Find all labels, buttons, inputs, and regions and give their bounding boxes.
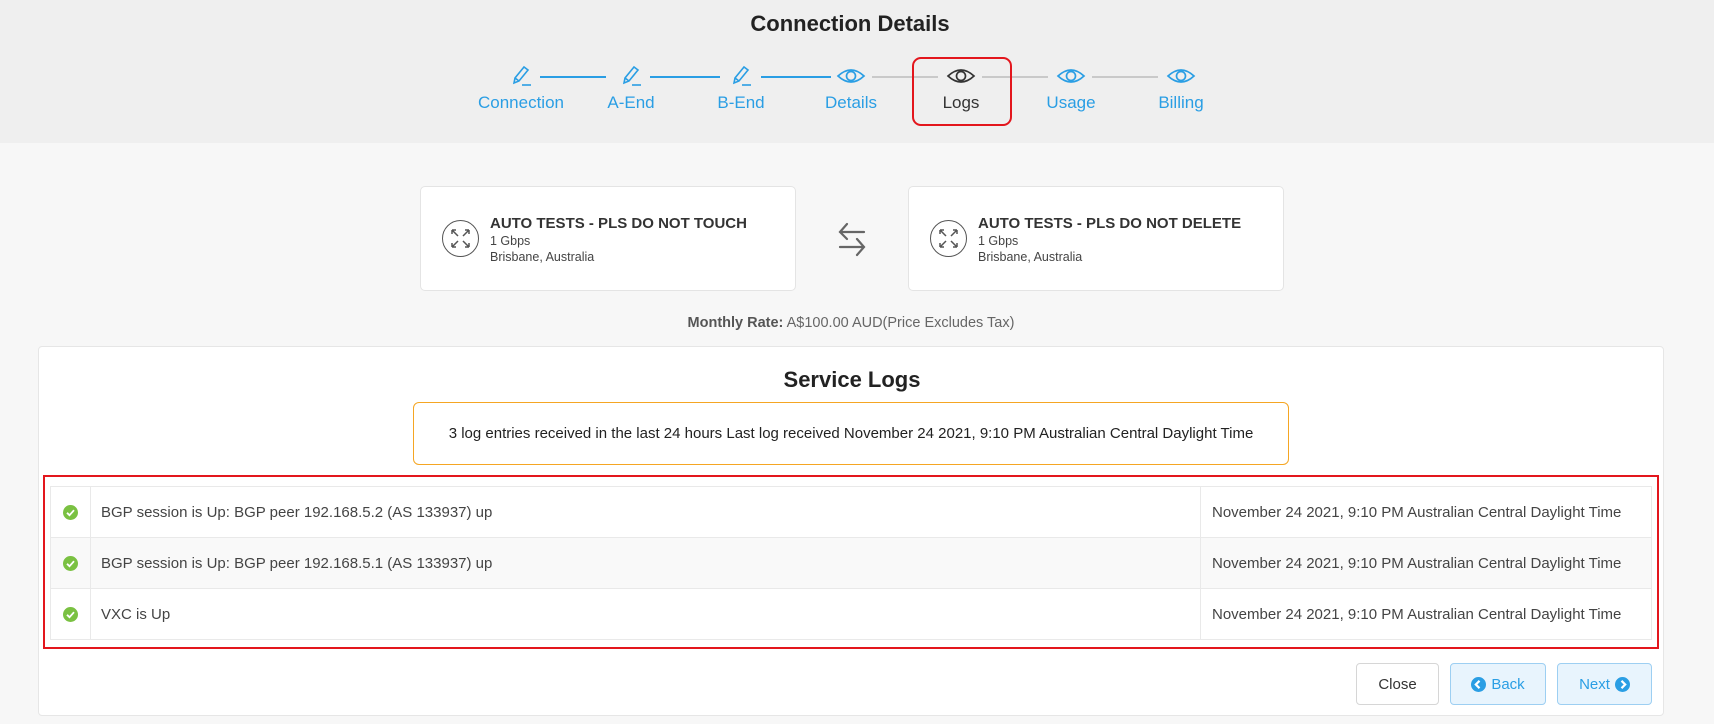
step-usage[interactable]: Usage	[1016, 58, 1126, 113]
b-end-speed: 1 Gbps	[978, 234, 1019, 248]
log-time: November 24 2021, 9:10 PM Australian Cen…	[1200, 486, 1652, 538]
close-button-label: Close	[1378, 675, 1417, 693]
next-button[interactable]: Next	[1557, 663, 1652, 705]
check-circle-icon	[63, 607, 78, 623]
step-label: B-End	[717, 93, 765, 112]
back-button[interactable]: Back	[1450, 663, 1546, 705]
status-cell	[50, 588, 91, 640]
back-button-label: Back	[1491, 675, 1525, 693]
logs-highlight: BGP session is Up: BGP peer 192.168.5.2 …	[43, 475, 1659, 649]
b-end-location: Brisbane, Australia	[978, 250, 1083, 264]
logs-table: BGP session is Up: BGP peer 192.168.5.2 …	[50, 486, 1652, 640]
arrow-right-circle-icon	[1614, 676, 1630, 692]
table-row: BGP session is Up: BGP peer 192.168.5.2 …	[50, 486, 1652, 538]
monthly-rate: Monthly Rate: A$100.00 AUD(Price Exclude…	[0, 315, 1702, 331]
b-end-name: AUTO TESTS - PLS DO NOT DELETE	[978, 215, 1242, 232]
step-details[interactable]: Details	[796, 58, 906, 113]
table-row: BGP session is Up: BGP peer 192.168.5.1 …	[50, 537, 1652, 589]
next-button-label: Next	[1579, 675, 1610, 693]
port-icon	[930, 220, 967, 257]
a-end-card: AUTO TESTS - PLS DO NOT TOUCH 1 Gbps Bri…	[420, 186, 796, 291]
stepper: Connection A-End B-End Details Logs Usag…	[0, 58, 1714, 128]
table-row: VXC is Up November 24 2021, 9:10 PM Aust…	[50, 588, 1652, 640]
step-label: Usage	[1046, 93, 1096, 112]
b-end-card: AUTO TESTS - PLS DO NOT DELETE 1 Gbps Br…	[908, 186, 1284, 291]
service-logs-title: Service Logs	[783, 367, 921, 392]
step-a-end[interactable]: A-End	[576, 58, 686, 113]
eye-icon	[1056, 62, 1086, 90]
log-time: November 24 2021, 9:10 PM Australian Cen…	[1200, 588, 1652, 640]
a-end-location: Brisbane, Australia	[490, 250, 595, 264]
log-message: BGP session is Up: BGP peer 192.168.5.2 …	[90, 486, 1201, 538]
pencil-icon	[506, 62, 536, 90]
monthly-rate-label: Monthly Rate:	[687, 315, 784, 331]
step-b-end[interactable]: B-End	[686, 58, 796, 113]
step-label: Connection	[477, 93, 564, 112]
a-end-name: AUTO TESTS - PLS DO NOT TOUCH	[490, 215, 747, 232]
service-logs-panel: Service Logs 3 log entries received in t…	[38, 346, 1664, 716]
step-billing[interactable]: Billing	[1126, 58, 1236, 113]
step-label: A-End	[607, 93, 655, 112]
status-cell	[50, 537, 91, 589]
eye-icon	[1166, 62, 1196, 90]
eye-icon	[836, 62, 866, 90]
header: Connection Details Connection A-End B-En…	[0, 0, 1714, 143]
monthly-rate-value: A$100.00 AUD(Price Excludes Tax)	[786, 315, 1015, 331]
check-circle-icon	[63, 556, 78, 572]
swap-arrows-icon	[836, 221, 868, 257]
page-title: Connection Details	[750, 11, 950, 36]
log-message: VXC is Up	[90, 588, 1201, 640]
close-button[interactable]: Close	[1356, 663, 1439, 705]
arrow-left-circle-icon	[1471, 676, 1487, 692]
status-cell	[50, 486, 91, 538]
port-icon	[442, 220, 479, 257]
log-summary: 3 log entries received in the last 24 ho…	[413, 402, 1289, 465]
a-end-speed: 1 Gbps	[490, 234, 531, 248]
check-circle-icon	[63, 505, 78, 521]
pencil-icon	[616, 62, 646, 90]
step-connection[interactable]: Connection	[466, 58, 576, 113]
log-message: BGP session is Up: BGP peer 192.168.5.1 …	[90, 537, 1201, 589]
active-step-highlight	[912, 57, 1012, 126]
step-label: Details	[825, 93, 877, 112]
log-summary-text: 3 log entries received in the last 24 ho…	[448, 425, 1254, 442]
log-time: November 24 2021, 9:10 PM Australian Cen…	[1200, 537, 1652, 589]
step-label: Billing	[1158, 93, 1204, 112]
pencil-icon	[726, 62, 756, 90]
